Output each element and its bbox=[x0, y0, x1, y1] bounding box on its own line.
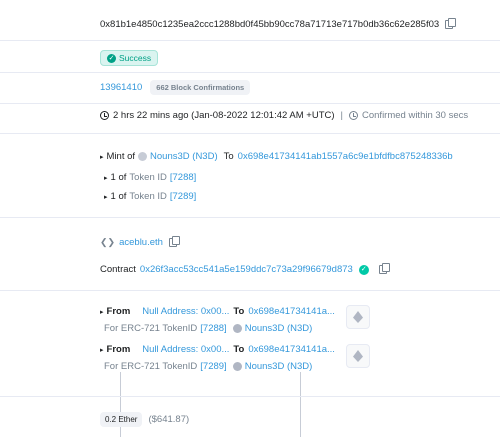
caret-right-icon: ▸ bbox=[100, 153, 104, 161]
block-row: 13961410 662 Block Confirmations bbox=[100, 80, 251, 95]
usd-value: ($641.87) bbox=[148, 414, 190, 425]
confirmations-badge: 662 Block Confirmations bbox=[150, 80, 251, 95]
for-label: For ERC-721 TokenID bbox=[104, 361, 198, 372]
token-qty: 1 of bbox=[110, 191, 127, 202]
from-address-link[interactable]: Null Address: 0x00... bbox=[142, 306, 229, 317]
mint-label: Mint of bbox=[106, 151, 136, 162]
confirmed-within: Confirmed within 30 secs bbox=[362, 110, 469, 121]
to-address-link[interactable]: 0x698e41734141ab1557a6c9e1bfdfbc87524833… bbox=[238, 151, 453, 162]
timestamp: 2 hrs 22 mins ago (Jan-08-2022 12:01:42 … bbox=[113, 110, 335, 121]
nouns3d-token-icon bbox=[138, 152, 148, 161]
tx-hash-row: 0x81b1e4850c1235ea2ccc1288bd0f45bb90cc78… bbox=[100, 18, 457, 30]
nouns3d-token-icon bbox=[232, 324, 242, 333]
from-label: From bbox=[106, 306, 131, 317]
divider bbox=[0, 103, 500, 104]
from-label: From bbox=[106, 344, 131, 355]
transfer-for-row: For ERC-721 TokenID [7289] Nouns3D (N3D) bbox=[104, 361, 312, 372]
to-label: To bbox=[233, 306, 245, 317]
transfer-from-row: ▸ From Null Address: 0x00... To 0x698e41… bbox=[100, 306, 335, 317]
divider bbox=[0, 72, 500, 73]
caret-right-icon: ▸ bbox=[100, 346, 104, 354]
divider bbox=[0, 133, 500, 134]
status-row: ✓ Success bbox=[100, 50, 159, 66]
token-id-link[interactable]: [7288] bbox=[170, 172, 196, 183]
token-qty: 1 of bbox=[110, 172, 127, 183]
for-label: For ERC-721 TokenID bbox=[104, 323, 198, 334]
caret-right-icon: ▸ bbox=[100, 308, 104, 316]
contract-address-link[interactable]: 0x26f3acc53cc541a5e159ddc7c73a29f96679d8… bbox=[140, 264, 353, 275]
divider bbox=[0, 217, 500, 218]
token-id-link[interactable]: [7289] bbox=[170, 191, 196, 202]
divider bbox=[0, 396, 500, 397]
tx-hash: 0x81b1e4850c1235ea2ccc1288bd0f45bb90cc78… bbox=[100, 19, 440, 30]
block-number-link[interactable]: 13961410 bbox=[100, 82, 142, 93]
collection-link[interactable]: Nouns3D (N3D) bbox=[245, 361, 313, 372]
clock-icon bbox=[100, 111, 109, 120]
divider bbox=[0, 290, 500, 291]
status-badge: ✓ Success bbox=[100, 50, 159, 66]
copy-icon[interactable] bbox=[168, 236, 180, 247]
collection-link[interactable]: Nouns3D (N3D) bbox=[245, 323, 313, 334]
to-address-link[interactable]: 0x698e41734141a... bbox=[248, 306, 335, 317]
collection-link[interactable]: Nouns3D (N3D) bbox=[150, 151, 218, 162]
transfer-for-row: For ERC-721 TokenID [7288] Nouns3D (N3D) bbox=[104, 323, 312, 334]
to-label: To bbox=[223, 151, 234, 162]
contract-label: Contract bbox=[100, 264, 136, 275]
guide-line bbox=[120, 372, 121, 437]
to-label: To bbox=[233, 344, 245, 355]
interacted-row: Contract 0x26f3acc53cc541a5e159ddc7c73a2… bbox=[100, 263, 390, 275]
caret-right-icon: ▸ bbox=[104, 193, 108, 201]
nouns3d-token-icon bbox=[232, 362, 242, 371]
token-id-label: Token ID bbox=[129, 191, 167, 202]
timestamp-row: 2 hrs 22 mins ago (Jan-08-2022 12:01:42 … bbox=[100, 110, 468, 121]
value-row: 0.2 Ether ($641.87) bbox=[100, 412, 189, 427]
guide-line bbox=[300, 372, 301, 437]
ethereum-icon bbox=[353, 311, 363, 323]
transfer-from-row: ▸ From Null Address: 0x00... To 0x698e41… bbox=[100, 344, 335, 355]
token-id-link[interactable]: [7288] bbox=[200, 323, 226, 334]
ether-amount-badge: 0.2 Ether bbox=[100, 412, 143, 427]
to-address-link[interactable]: 0x698e41734141a... bbox=[248, 344, 335, 355]
from-address-link[interactable]: Null Address: 0x00... bbox=[142, 344, 229, 355]
nft-thumbnail[interactable] bbox=[346, 344, 370, 368]
token-row: ▸ 1 of Token ID [7288] bbox=[104, 172, 196, 183]
check-circle-icon: ✓ bbox=[107, 53, 116, 63]
ethereum-icon bbox=[353, 350, 363, 362]
copy-icon[interactable] bbox=[445, 18, 457, 29]
token-id-link[interactable]: [7289] bbox=[200, 361, 226, 372]
from-ens-link[interactable]: aceblu.eth bbox=[119, 237, 163, 248]
status-text: Success bbox=[119, 53, 152, 63]
separator: | bbox=[340, 110, 343, 121]
ens-icon: ❮❯ bbox=[100, 237, 116, 247]
nft-thumbnail[interactable] bbox=[346, 305, 370, 329]
token-row: ▸ 1 of Token ID [7289] bbox=[104, 191, 196, 202]
token-id-label: Token ID bbox=[129, 172, 167, 183]
verified-check-icon: ✓ bbox=[358, 264, 369, 275]
mint-action-row: ▸ Mint of Nouns3D (N3D) To 0x698e4173414… bbox=[100, 151, 453, 162]
timer-icon bbox=[349, 111, 358, 120]
from-row: ❮❯ aceblu.eth bbox=[100, 236, 180, 248]
caret-right-icon: ▸ bbox=[104, 174, 108, 182]
copy-icon[interactable] bbox=[378, 263, 390, 274]
divider bbox=[0, 40, 500, 41]
